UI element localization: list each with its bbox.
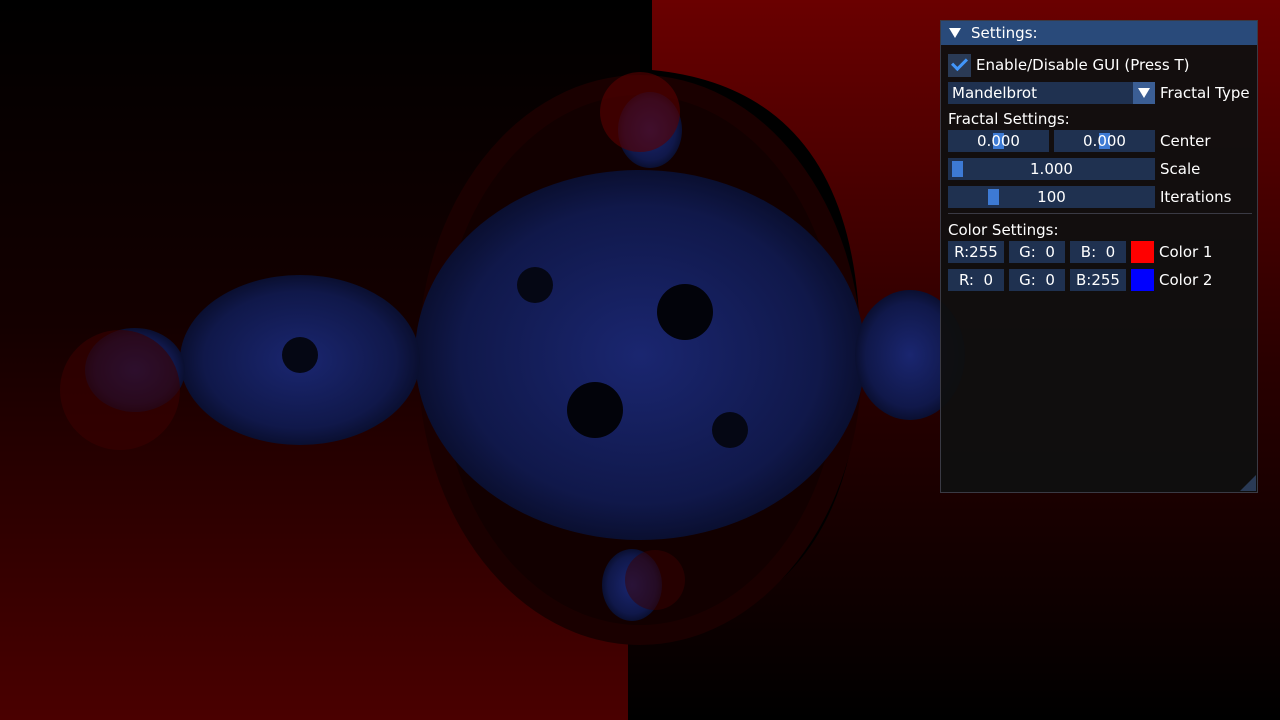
color1-swatch[interactable]	[1131, 241, 1154, 263]
fractal-left-halo	[60, 330, 180, 450]
iterations-label: Iterations	[1160, 188, 1232, 206]
color-settings-header: Color Settings:	[948, 221, 1059, 239]
scale-value: 1.000	[1030, 160, 1073, 178]
fractal-type-row: Mandelbrot Fractal Type	[948, 81, 1250, 105]
iterations-value: 100	[1037, 188, 1066, 206]
section-divider	[948, 213, 1252, 214]
app-viewport: Settings: Enable/Disable GUI (Press T) M…	[0, 0, 1280, 720]
center-row: 0.000 0.000 Center	[948, 129, 1250, 153]
center-x-value: 0.000	[977, 132, 1020, 150]
fractal-type-value: Mandelbrot	[952, 84, 1037, 102]
color1-g-field[interactable]: G: 0	[1009, 241, 1065, 263]
fractal-top-halo	[600, 72, 680, 152]
color1-b-field[interactable]: B: 0	[1070, 241, 1126, 263]
slider-grab[interactable]	[988, 189, 999, 205]
scale-label: Scale	[1160, 160, 1201, 178]
chevron-down-icon	[1138, 88, 1150, 98]
collapse-arrow-icon[interactable]	[949, 28, 961, 38]
fractal-type-label: Fractal Type	[1160, 84, 1250, 102]
combo-dropdown-button[interactable]	[1133, 82, 1155, 104]
color1-label: Color 1	[1159, 243, 1213, 261]
settings-window[interactable]: Settings: Enable/Disable GUI (Press T) M…	[940, 20, 1258, 493]
enable-gui-checkbox[interactable]	[948, 53, 971, 77]
color2-g-field[interactable]: G: 0	[1009, 269, 1065, 291]
settings-content: Enable/Disable GUI (Press T) Mandelbrot …	[941, 45, 1257, 292]
color2-b-value: B:255	[1076, 271, 1120, 289]
settings-title: Settings:	[971, 24, 1038, 42]
color2-label: Color 2	[1159, 271, 1213, 289]
iterations-row: 100 Iterations	[948, 185, 1250, 209]
fractal-settings-header: Fractal Settings:	[948, 110, 1070, 128]
color1-g-value: G: 0	[1019, 243, 1055, 261]
resize-grip-icon[interactable]	[1240, 475, 1256, 491]
scale-slider[interactable]: 1.000	[948, 158, 1155, 180]
fractal-main-bulb	[415, 170, 865, 540]
color1-r-field[interactable]: R:255	[948, 241, 1004, 263]
color2-g-value: G: 0	[1019, 271, 1055, 289]
fractal-bottom-halo	[625, 550, 685, 610]
fractal-crescent	[657, 284, 713, 340]
center-y-slider[interactable]: 0.000	[1054, 130, 1155, 152]
color1-b-value: B: 0	[1080, 243, 1116, 261]
color1-row: R:255 G: 0 B: 0 Color 1	[948, 240, 1250, 264]
center-label: Center	[1160, 132, 1211, 150]
gui-toggle-row: Enable/Disable GUI (Press T)	[948, 53, 1250, 77]
color2-swatch[interactable]	[1131, 269, 1154, 291]
color1-r-value: R:255	[954, 243, 998, 261]
color2-r-value: R: 0	[958, 271, 994, 289]
fractal-crescent	[282, 337, 318, 373]
scale-row: 1.000 Scale	[948, 157, 1250, 181]
color2-r-field[interactable]: R: 0	[948, 269, 1004, 291]
color2-row: R: 0 G: 0 B:255 Color 2	[948, 268, 1250, 292]
checkmark-icon	[951, 53, 968, 71]
iterations-slider[interactable]: 100	[948, 186, 1155, 208]
slider-grab[interactable]	[952, 161, 963, 177]
fractal-crescent	[712, 412, 748, 448]
color2-b-field[interactable]: B:255	[1070, 269, 1126, 291]
enable-gui-label: Enable/Disable GUI (Press T)	[976, 56, 1190, 74]
center-y-value: 0.000	[1083, 132, 1126, 150]
settings-title-bar[interactable]: Settings:	[941, 21, 1257, 45]
fractal-type-combo[interactable]: Mandelbrot	[948, 82, 1155, 104]
fractal-crescent	[517, 267, 553, 303]
center-x-slider[interactable]: 0.000	[948, 130, 1049, 152]
fractal-crescent	[567, 382, 623, 438]
